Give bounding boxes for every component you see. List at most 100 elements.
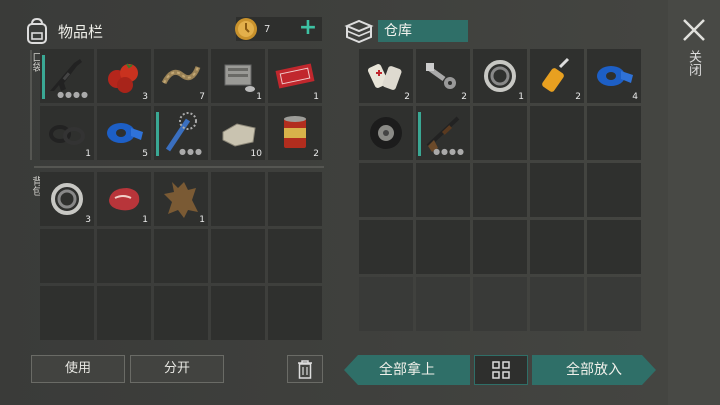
storage-slot[interactable] [416,220,470,274]
backpack-slot[interactable] [154,286,208,340]
storage-slot[interactable] [530,220,584,274]
storage-slot[interactable]: 4 [587,49,641,103]
storage-slot[interactable] [359,106,413,160]
backpack-slot[interactable] [154,229,208,283]
use-button[interactable]: 使用 [31,355,125,383]
item-count: 1 [85,149,91,159]
storage-slot-locked [587,277,641,331]
sort-button[interactable] [474,355,528,385]
durability-dots: ●●● [179,147,203,156]
backpack-slot[interactable]: 1 [97,172,151,226]
item-count: 2 [404,92,410,102]
storage-slot[interactable]: 2 [530,49,584,103]
put-all-button[interactable]: 全部放入 [532,355,656,385]
backpack-slot[interactable] [268,286,322,340]
backpack-slot[interactable]: 1 [154,172,208,226]
coin-icon [235,18,257,40]
storage-slot[interactable] [530,106,584,160]
backpack-icon [27,17,47,44]
coupon-icon [275,63,315,89]
storage-slot-locked [530,277,584,331]
backpack-slot[interactable] [211,229,265,283]
close-panel: 关闭 [668,0,720,405]
blue-tape-icon [107,123,143,143]
item-count: 1 [142,215,148,225]
animal-hide-icon [164,182,198,218]
pocket-slot[interactable]: ●●●● [40,49,94,103]
grid-sort-icon [492,361,510,379]
backpack-slot[interactable] [268,172,322,226]
bearing-icon [484,60,516,92]
backpack-slot[interactable]: 3 [40,172,94,226]
storage-slot-locked [473,277,527,331]
storage-slot-locked [416,277,470,331]
item-count: 4 [632,92,638,102]
durability-dots: ●●●● [57,90,89,99]
blue-tape-icon [597,66,633,86]
backpack-slot[interactable] [97,286,151,340]
backpack-slot[interactable] [97,229,151,283]
tomatoes-icon [108,63,138,93]
close-label[interactable]: 关闭 [684,50,703,76]
item-count: 1 [199,215,205,225]
storage-slot[interactable]: 1 [473,49,527,103]
durability-dots: ●●●● [433,147,465,156]
coin-balance: 7 + [235,17,322,41]
pocket-slot[interactable]: 1 [40,106,94,160]
item-count: 1 [313,92,319,102]
storage-slot[interactable] [473,106,527,160]
first-aid-icon [367,64,402,90]
pocket-slot[interactable]: 2 [268,106,322,160]
storage-slot[interactable]: 2 [416,49,470,103]
pocket-slot[interactable]: ●●● [154,106,208,160]
close-icon[interactable] [680,16,708,44]
pocket-slot[interactable]: 3 [97,49,151,103]
storage-slot[interactable] [473,163,527,217]
storage-slot[interactable] [416,163,470,217]
backpack-slot[interactable] [211,172,265,226]
raw-meat-icon [109,188,140,211]
pocket-slot[interactable]: 10 [211,106,265,160]
split-button[interactable]: 分开 [130,355,224,383]
take-all-button[interactable]: 全部拿上 [344,355,470,385]
storage-slot[interactable] [473,220,527,274]
bolts-icon [426,63,456,89]
storage-slot[interactable]: 2 [359,49,413,103]
backpack-slot[interactable] [40,229,94,283]
trash-button[interactable] [287,355,323,383]
inventory-title: 物品栏 [58,22,104,41]
pocket-slot[interactable]: 5 [97,106,151,160]
item-count: 10 [250,149,262,159]
backpack-slot[interactable] [268,229,322,283]
storage-slot[interactable] [359,220,413,274]
item-count: 2 [461,92,467,102]
backpack-grid: 3 1 1 [40,172,322,340]
storage-slot[interactable] [587,163,641,217]
storage-slot[interactable] [359,163,413,217]
add-coins-button[interactable]: + [298,17,318,41]
item-count: 2 [313,149,319,159]
canned-food-icon [284,116,306,148]
backpack-slot[interactable] [40,286,94,340]
storage-title: 仓库 [378,20,468,42]
storage-header: 仓库 [344,14,468,48]
engine-part-icon [224,64,255,92]
item-count: 3 [142,92,148,102]
storage-slot[interactable] [530,163,584,217]
inventory-screen: 物品栏 7 + 仓库 关闭 口袋 ●●●● 3 7 1 1 1 5 ●●● 10… [0,0,720,405]
item-count: 3 [85,215,91,225]
item-count: 1 [256,92,262,102]
storage-slot[interactable] [587,220,641,274]
tire-icon [370,117,402,149]
pocket-slot[interactable]: 7 [154,49,208,103]
rope-icon [161,66,201,85]
item-count: 7 [199,92,205,102]
pocket-slot[interactable]: 1 [268,49,322,103]
storage-slot[interactable]: ●●●● [416,106,470,160]
coin-count: 7 [264,23,271,35]
section-divider [34,166,324,168]
trash-icon [298,360,312,379]
backpack-slot[interactable] [211,286,265,340]
storage-slot[interactable] [587,106,641,160]
pocket-slot[interactable]: 1 [211,49,265,103]
